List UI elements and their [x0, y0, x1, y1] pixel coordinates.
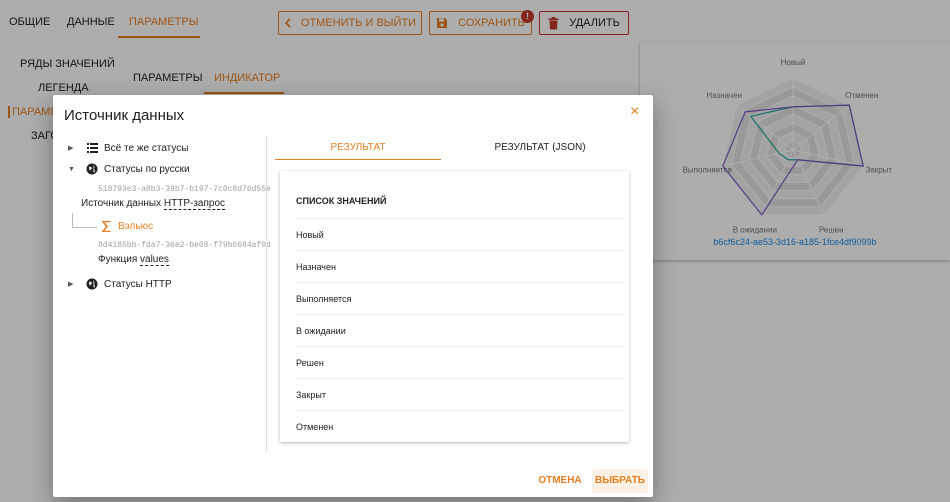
- select-button[interactable]: ВЫБРАТЬ: [592, 469, 648, 493]
- tree-node-label: Вэльюс: [118, 220, 154, 232]
- list-item: Назначен: [296, 250, 623, 282]
- close-icon[interactable]: ×: [630, 104, 639, 120]
- caret-right-icon[interactable]: ▶: [68, 280, 78, 288]
- node-description-prefix: Функция: [98, 254, 138, 265]
- dialog-title: Источник данных: [64, 107, 185, 124]
- node-function-link[interactable]: values: [140, 254, 169, 266]
- list-icon: [86, 142, 98, 154]
- node-description-prefix: Источник данных: [81, 198, 162, 209]
- cancel-button[interactable]: ОТМЕНА: [535, 469, 585, 493]
- tree-node-values[interactable]: Вэльюс: [100, 220, 153, 232]
- tab-result-json[interactable]: РЕЗУЛЬТАТ (JSON): [457, 136, 623, 160]
- list-item: В ожидании: [296, 314, 623, 346]
- tree-node-label: Статусы по русски: [104, 163, 190, 175]
- caret-right-icon[interactable]: ▶: [68, 144, 78, 152]
- tab-result[interactable]: РЕЗУЛЬТАТ: [275, 136, 441, 160]
- globe-icon: [86, 163, 98, 175]
- sigma-icon: [100, 220, 112, 232]
- list-item: Отменен: [296, 410, 623, 442]
- result-card: СПИСОК ЗНАЧЕНИЙ Новый Назначен Выполняет…: [280, 171, 629, 442]
- tree-node-statuses-russian[interactable]: ▼ Статусы по русски: [68, 163, 190, 175]
- list-item: Закрыт: [296, 378, 623, 410]
- list-item: Решен: [296, 346, 623, 378]
- tree-node-label: Статусы HTTP: [104, 278, 172, 290]
- pane-divider: [266, 136, 267, 453]
- node-description: Функция values: [98, 254, 169, 266]
- values-list-header: СПИСОК ЗНАЧЕНИЙ: [296, 196, 387, 206]
- tree-connector: [72, 213, 97, 228]
- node-description: Источник данных HTTP-запрос: [81, 198, 226, 210]
- caret-down-icon[interactable]: ▼: [68, 166, 78, 173]
- globe-icon: [86, 278, 98, 290]
- list-item: Новый: [296, 218, 623, 250]
- data-source-dialog: Источник данных × ▶ Всё те же статусы ▼ …: [53, 95, 653, 497]
- tree-node-same-statuses[interactable]: ▶ Всё те же статусы: [68, 142, 188, 154]
- tree-node-http-statuses[interactable]: ▶ Статусы HTTP: [68, 278, 172, 290]
- node-id: 8d4185bb-fda7-36e2-be08-f79b0684af0d: [98, 241, 271, 250]
- node-id: 518793e3-a8b3-39b7-b197-7c0c8d76d55e: [98, 185, 271, 194]
- tree-node-label: Всё те же статусы: [104, 142, 189, 154]
- node-source-link[interactable]: HTTP-запрос: [163, 198, 226, 210]
- list-item: Выполняется: [296, 282, 623, 314]
